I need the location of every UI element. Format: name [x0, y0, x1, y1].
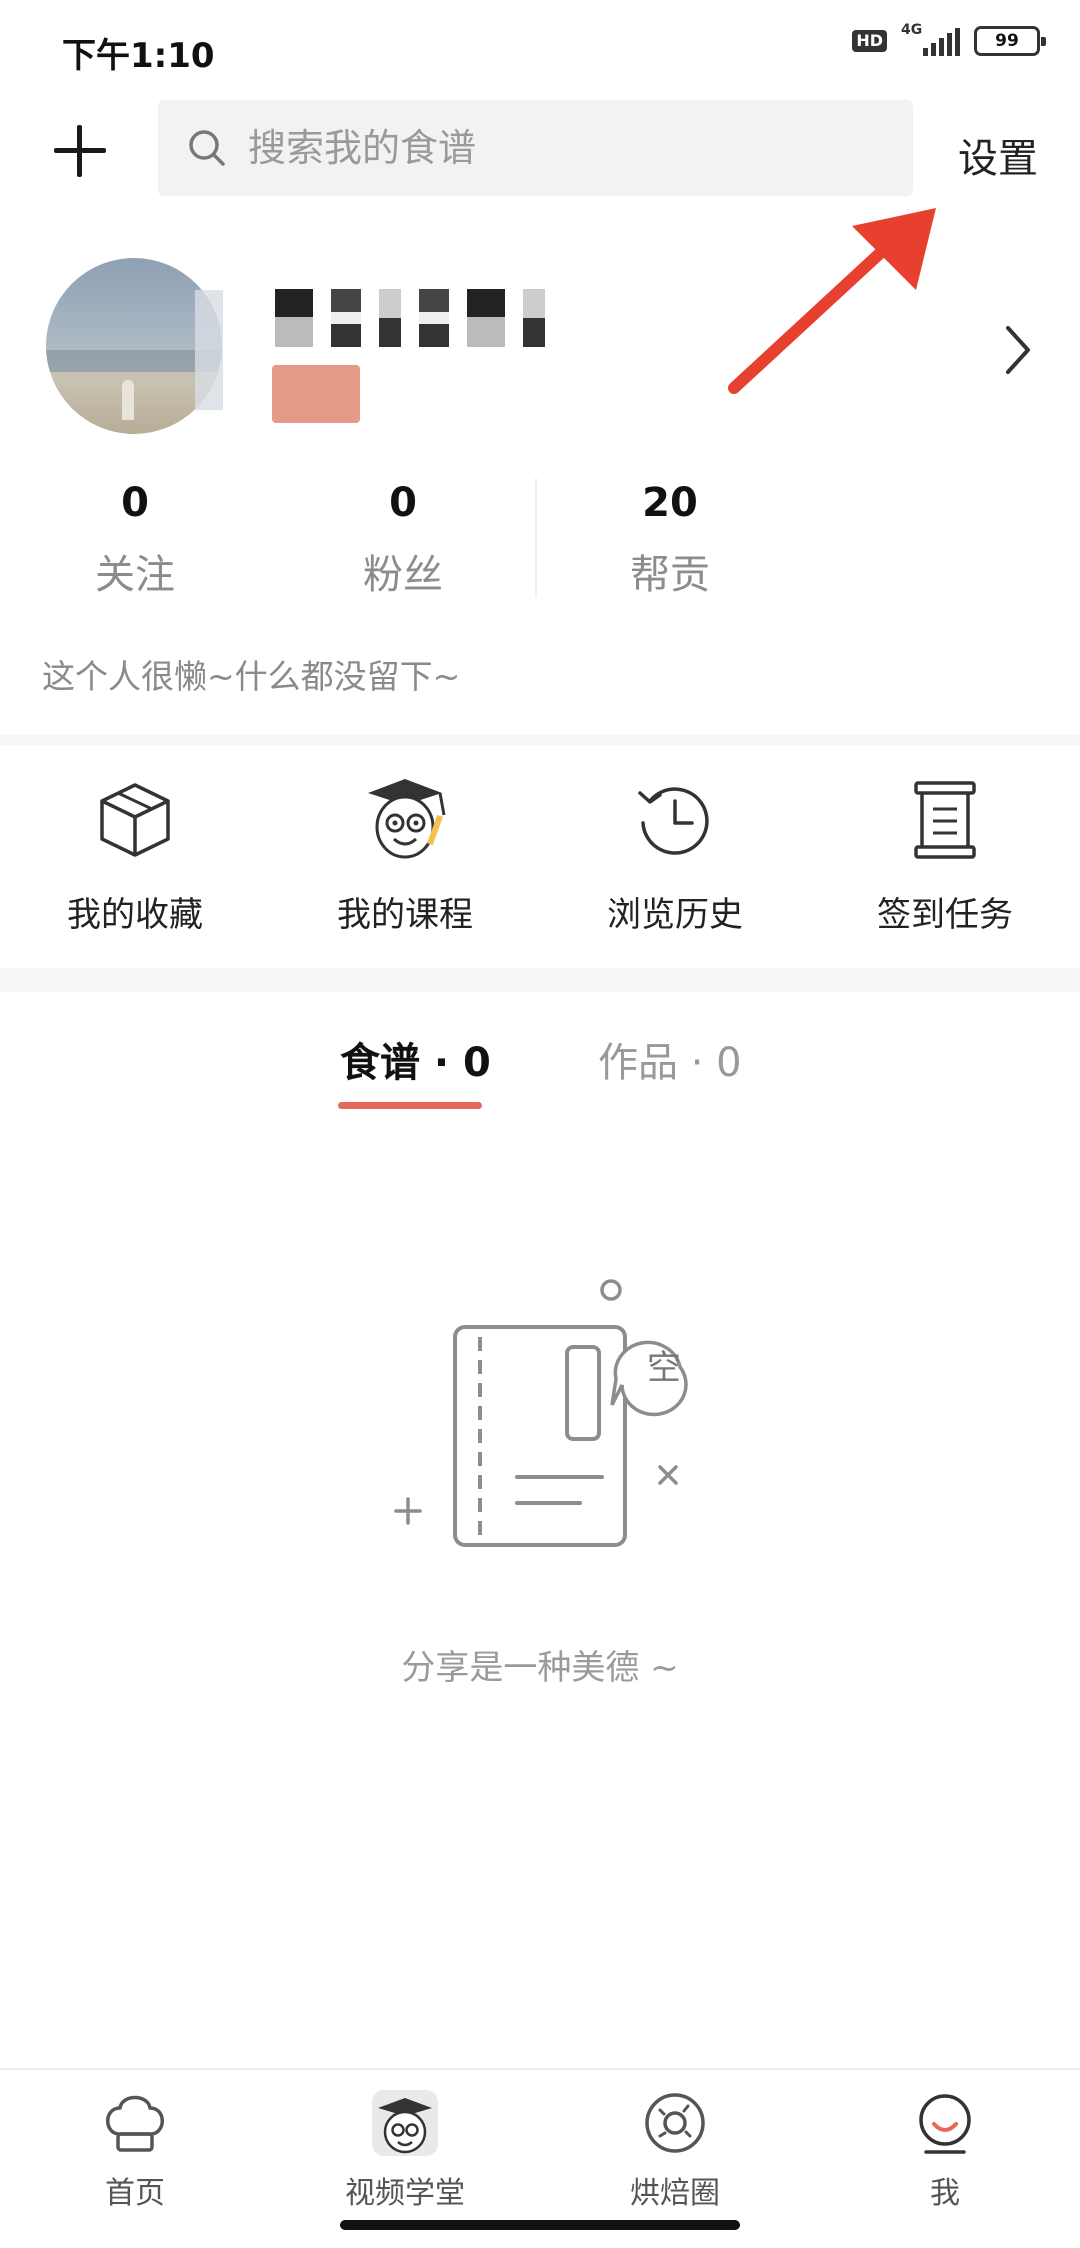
home-indicator[interactable] [340, 2220, 740, 2230]
top-bar: 设置 [0, 96, 1080, 206]
pixelated-area [195, 290, 223, 410]
status-time: 下午1:10 [62, 36, 215, 76]
history-clock-icon [638, 787, 709, 855]
battery-icon: 99 [974, 26, 1046, 56]
box-icon [100, 783, 170, 857]
menu-checkin-tasks[interactable]: 签到任务 [810, 775, 1080, 936]
nav-label: 首页 [105, 2176, 165, 2211]
status-icons: HD 4G 99 [852, 22, 1046, 56]
stat-label: 帮贡 [630, 552, 710, 598]
status-bar: 下午1:10 HD 4G 99 [0, 0, 1080, 96]
profile-bio: 这个人很懒~什么都没留下~ [42, 657, 461, 696]
empty-state-text: 分享是一种美德 ~ [401, 1648, 679, 1688]
username-pixelated [275, 285, 545, 350]
graduate-mascot-icon [368, 779, 446, 859]
stat-value: 0 [121, 480, 149, 526]
scroll-task-icon [914, 781, 976, 859]
stat-following[interactable]: 0 关注 [15, 478, 255, 600]
battery-level: 99 [995, 31, 1019, 51]
profile-stats: 0 关注 0 粉丝 20 帮贡 [0, 478, 1080, 618]
empty-badge: 空 [647, 1348, 681, 1388]
user-level-badge [272, 365, 360, 423]
chevron-right-icon[interactable] [998, 320, 1038, 380]
nav-label: 烘焙圈 [630, 2176, 720, 2211]
empty-notebook-icon: 空 [394, 1279, 688, 1547]
hd-icon: HD [852, 30, 887, 52]
add-button[interactable] [48, 118, 112, 182]
profile-header[interactable] [0, 250, 1080, 450]
mascot-icon [372, 2090, 438, 2156]
network-type: 4G [901, 22, 923, 38]
nav-me[interactable]: 我 [810, 2086, 1080, 2212]
stat-contribution[interactable]: 20 帮贡 [550, 478, 790, 600]
menu-label: 我的收藏 [67, 895, 203, 935]
quick-menu: 我的收藏 我的课程 浏览历史 签到任务 [0, 745, 1080, 965]
menu-label: 浏览历史 [607, 895, 743, 935]
menu-my-courses[interactable]: 我的课程 [270, 775, 540, 936]
tab-recipes[interactable]: 食谱 · 0 [340, 1030, 491, 1088]
stat-value: 0 [389, 480, 417, 526]
tab-active-indicator [338, 1102, 482, 1109]
tab-works[interactable]: 作品 · 0 [598, 1030, 742, 1088]
content-tabs: 食谱 · 0 作品 · 0 [0, 1000, 1080, 1120]
nav-home[interactable]: 首页 [0, 2086, 270, 2212]
chef-hat-icon [106, 2095, 164, 2152]
nav-label: 视频学堂 [345, 2176, 465, 2211]
stat-value: 20 [642, 480, 698, 526]
divider [535, 478, 537, 598]
settings-button[interactable]: 设置 [958, 126, 1038, 184]
search-bar[interactable] [158, 100, 913, 196]
search-icon [189, 130, 225, 166]
nav-label: 我 [930, 2176, 960, 2211]
smile-face-icon [919, 2094, 971, 2154]
divider [0, 735, 1080, 745]
stat-label: 关注 [95, 552, 175, 598]
divider [0, 968, 1080, 992]
stat-label: 粉丝 [363, 552, 443, 598]
stat-followers[interactable]: 0 粉丝 [283, 478, 523, 600]
donut-icon [645, 2093, 705, 2153]
search-input[interactable] [248, 126, 848, 170]
menu-browse-history[interactable]: 浏览历史 [540, 775, 810, 936]
menu-my-favorites[interactable]: 我的收藏 [0, 775, 270, 936]
menu-label: 签到任务 [877, 895, 1013, 935]
menu-label: 我的课程 [337, 895, 473, 935]
nav-baking-circle[interactable]: 烘焙圈 [540, 2086, 810, 2212]
signal-icon: 4G [901, 22, 960, 56]
nav-video-school[interactable]: 视频学堂 [270, 2086, 540, 2212]
